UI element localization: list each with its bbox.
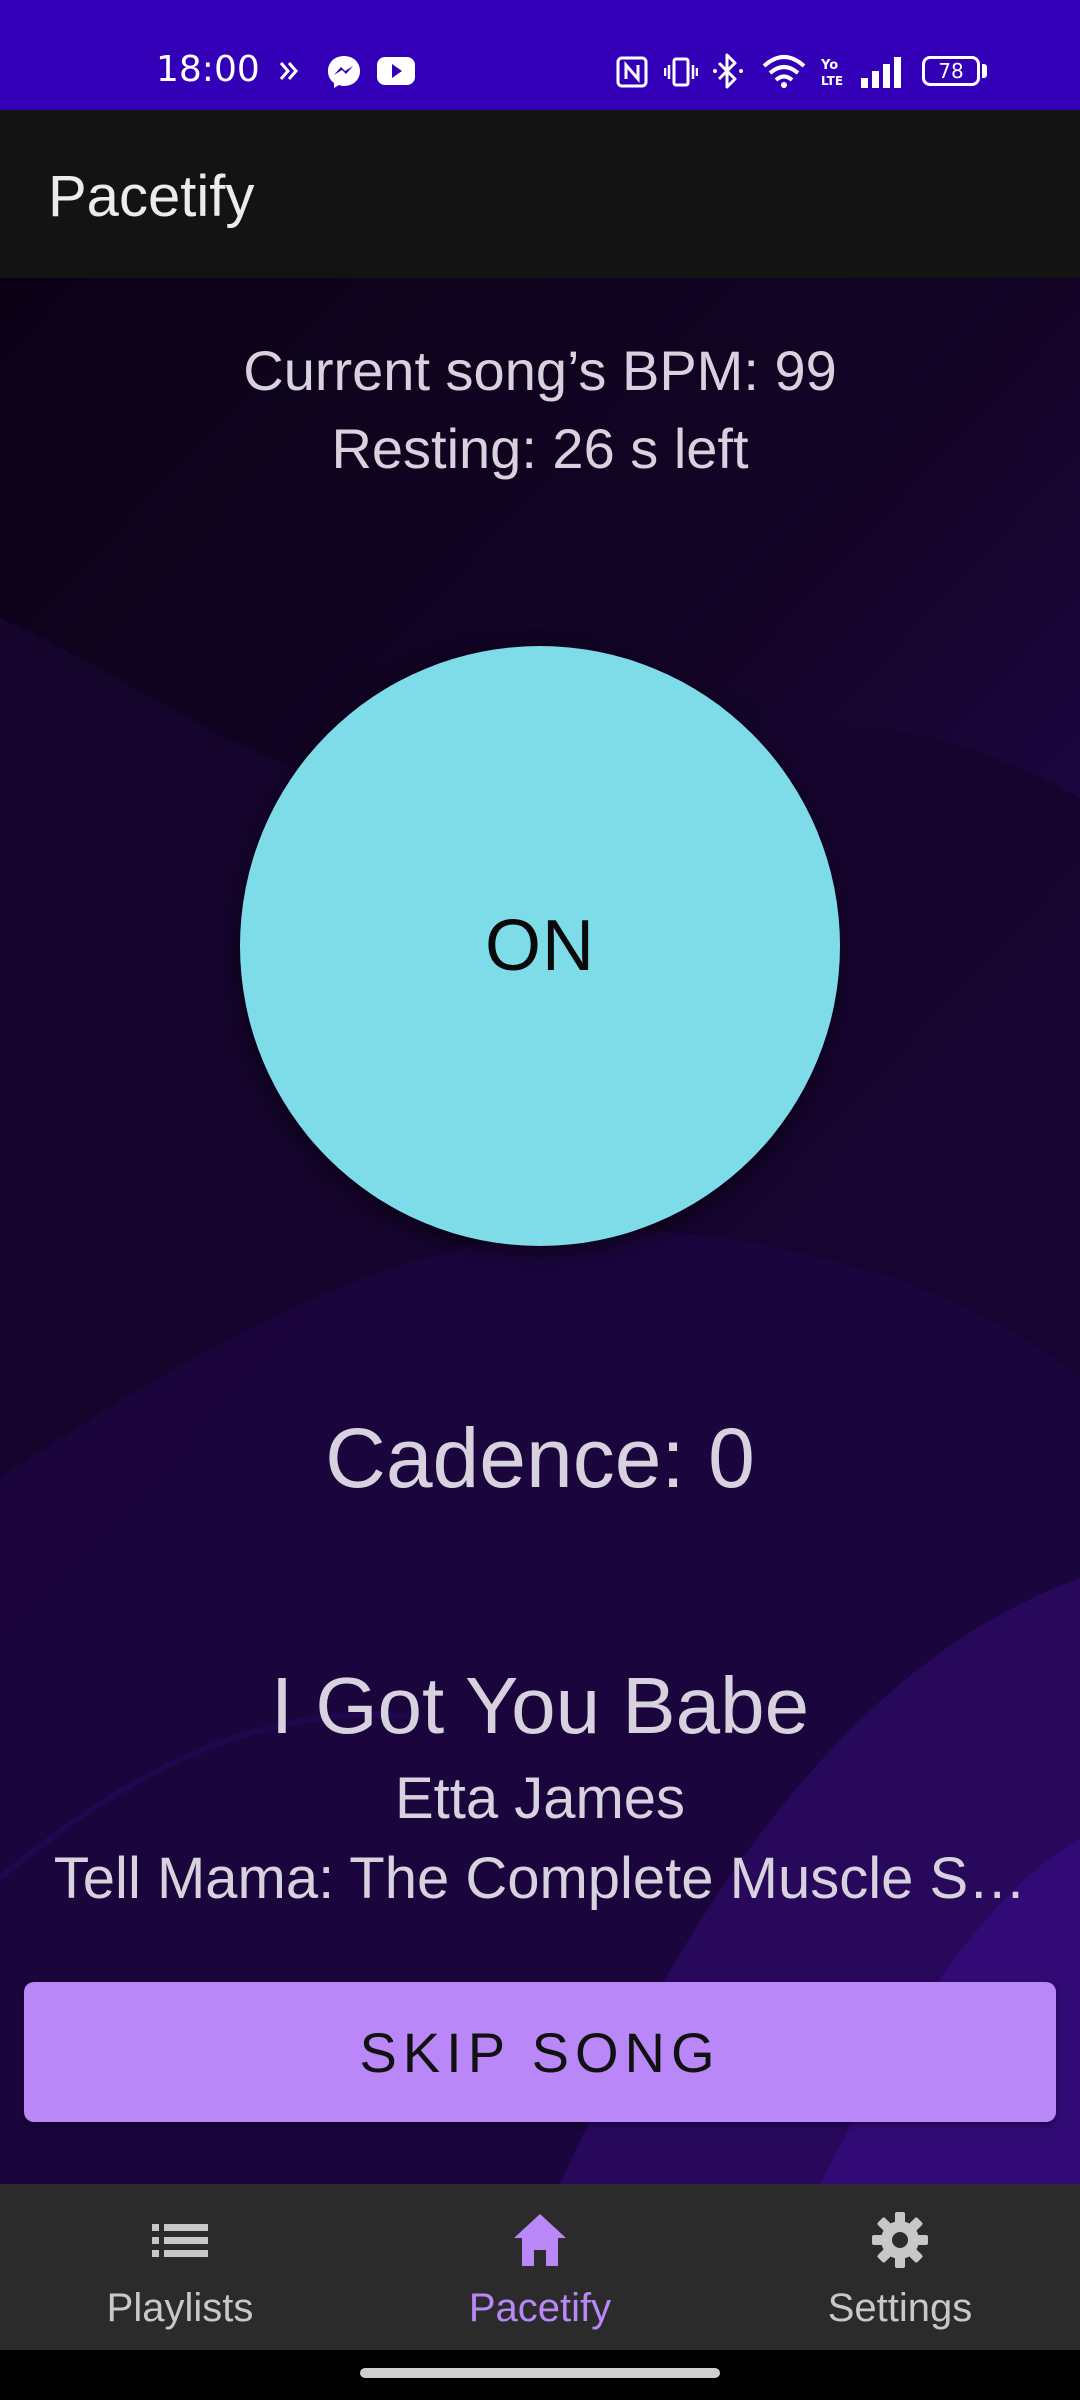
- nfc-icon: [616, 56, 648, 88]
- main-content: Current song’s BPM: 99 Resting: 26 s lef…: [0, 278, 1080, 2184]
- song-artist: Etta James: [394, 1766, 686, 1831]
- vibrate-icon: [664, 57, 698, 87]
- bottom-navigation: Playlists Pacetify Settings: [0, 2184, 1080, 2350]
- home-icon: [514, 2214, 566, 2266]
- app-bar: Pacetify: [0, 110, 1080, 278]
- song-title: I Got You Babe: [270, 1661, 810, 1750]
- status-bar: 18:00 Yo LTE 78: [0, 0, 1080, 110]
- screen: 18:00 Yo LTE 78 Pacetify Current song’s …: [0, 0, 1080, 2400]
- bluetooth-icon: [713, 53, 743, 89]
- nav-item-pacetify[interactable]: Pacetify: [360, 2184, 720, 2350]
- messenger-icon: [328, 56, 360, 88]
- skip-song-button[interactable]: SKIP SONG: [24, 1982, 1056, 2122]
- resting-timer: Resting: 26 s left: [331, 417, 749, 480]
- list-icon: [152, 2224, 208, 2257]
- nav-label-pacetify: Pacetify: [468, 2286, 612, 2330]
- svg-text:LTE: LTE: [821, 74, 843, 88]
- nav-label-playlists: Playlists: [106, 2286, 254, 2330]
- battery-tip: [982, 64, 987, 78]
- cadence-readout: Cadence: 0: [325, 1411, 755, 1505]
- svg-text:Yo: Yo: [820, 58, 838, 73]
- youtube-icon: [377, 57, 415, 85]
- signal-icon: [861, 57, 901, 88]
- gesture-bar: [0, 2350, 1080, 2400]
- nav-item-playlists[interactable]: Playlists: [0, 2184, 360, 2350]
- toggle-label: ON: [485, 906, 595, 986]
- status-time: 18:00: [156, 49, 260, 90]
- home-gesture-handle[interactable]: [360, 2368, 720, 2378]
- song-album: Tell Mama: The Complete Muscle S…: [53, 1846, 1027, 1911]
- nav-item-settings[interactable]: Settings: [720, 2184, 1080, 2350]
- volte-icon: Yo LTE: [820, 58, 843, 88]
- cast-arrows-icon: [279, 62, 298, 80]
- nav-label-settings: Settings: [827, 2286, 973, 2330]
- gear-icon: [872, 2212, 928, 2268]
- battery-icon: 78: [922, 56, 980, 86]
- current-song-bpm: Current song’s BPM: 99: [243, 339, 837, 402]
- wifi-icon: [762, 55, 806, 88]
- skip-song-label: SKIP SONG: [359, 2020, 721, 2084]
- on-off-toggle-button[interactable]: ON: [240, 646, 840, 1246]
- app-title: Pacetify: [48, 164, 255, 229]
